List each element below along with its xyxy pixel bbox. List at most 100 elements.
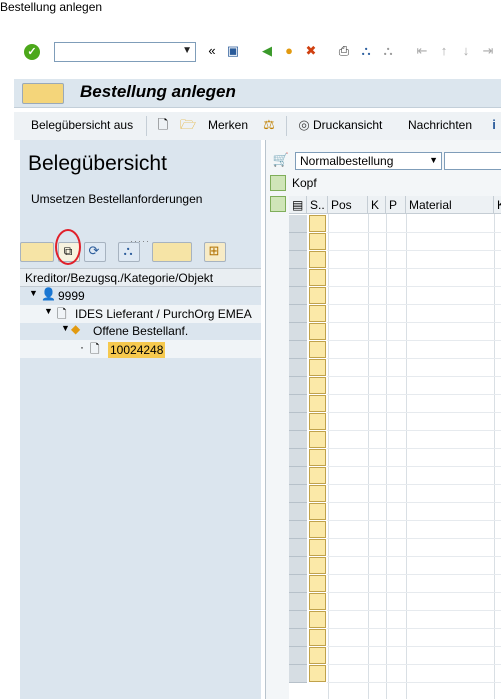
open-document-icon[interactable]: 🗁 — [179, 116, 197, 134]
status-cell[interactable] — [309, 341, 326, 358]
row-selector[interactable] — [289, 647, 307, 665]
print-preview-button[interactable]: Druckansicht — [313, 118, 382, 132]
row-selector[interactable] — [289, 593, 307, 611]
command-field[interactable]: ▼ — [54, 42, 196, 62]
status-cell[interactable] — [309, 611, 326, 628]
row-selector[interactable] — [289, 215, 307, 233]
column-k[interactable]: K — [368, 196, 386, 214]
row-selector[interactable] — [289, 341, 307, 359]
print-icon[interactable]: ⎙ — [335, 42, 353, 60]
next-page-icon[interactable]: ↓ — [457, 42, 475, 60]
cancel-icon[interactable]: ✖ — [302, 42, 320, 60]
selection-variant-button[interactable] — [20, 242, 54, 262]
tree-node-supplier[interactable]: ▼ 🗋 IDES Lieferant / PurchOrg EMEA — [20, 305, 261, 323]
previous-page-icon[interactable]: ↑ — [435, 42, 453, 60]
status-cell[interactable] — [309, 269, 326, 286]
row-selector[interactable] — [289, 377, 307, 395]
new-document-icon[interactable]: 🗋 — [154, 116, 172, 134]
status-cell[interactable] — [309, 629, 326, 646]
status-cell[interactable] — [309, 395, 326, 412]
save-icon[interactable]: ▣ — [224, 42, 242, 60]
status-cell[interactable] — [309, 467, 326, 484]
order-number-field[interactable] — [444, 152, 501, 170]
status-cell[interactable] — [309, 665, 326, 682]
check-icon[interactable]: ⚖ — [260, 116, 278, 134]
column-pos[interactable]: Pos — [328, 196, 368, 214]
row-selector[interactable] — [289, 575, 307, 593]
chevron-down-icon[interactable]: ▼ — [429, 155, 438, 165]
status-cell[interactable] — [309, 251, 326, 268]
row-selector[interactable] — [289, 431, 307, 449]
find-icon[interactable]: ⛬ — [357, 42, 375, 60]
back-icon[interactable]: ◀ — [258, 42, 276, 60]
row-selector[interactable] — [289, 503, 307, 521]
collapse-arrow-icon[interactable]: ▼ — [61, 323, 70, 333]
exit-app-icon[interactable]: ● — [280, 42, 298, 60]
row-selector[interactable] — [289, 359, 307, 377]
status-cell[interactable] — [309, 287, 326, 304]
row-selector[interactable] — [289, 323, 307, 341]
status-cell[interactable] — [309, 233, 326, 250]
order-type-select[interactable]: Normalbestellung ▼ — [295, 152, 442, 170]
selected-document-number[interactable]: 10024248 — [108, 342, 166, 358]
row-selector[interactable] — [289, 251, 307, 269]
separator — [286, 116, 287, 136]
header-expand-button[interactable] — [270, 175, 286, 191]
column-material[interactable]: Material — [406, 196, 494, 214]
status-cell[interactable] — [309, 593, 326, 610]
cart-icon[interactable]: 🛒 — [272, 151, 290, 169]
status-cell[interactable] — [309, 413, 326, 430]
layout-button[interactable] — [152, 242, 192, 262]
row-selector[interactable] — [289, 629, 307, 647]
status-cell[interactable] — [309, 575, 326, 592]
table-settings-icon[interactable]: ▤ — [289, 196, 307, 214]
status-cell[interactable] — [309, 305, 326, 322]
row-selector[interactable] — [289, 305, 307, 323]
row-selector[interactable] — [289, 611, 307, 629]
row-selector[interactable] — [289, 413, 307, 431]
menu-button[interactable] — [22, 83, 64, 104]
items-expand-button[interactable] — [270, 196, 286, 212]
row-selector[interactable] — [289, 467, 307, 485]
find-next-icon[interactable]: ⛬ — [379, 42, 397, 60]
status-cell[interactable] — [309, 539, 326, 556]
row-selector[interactable] — [289, 521, 307, 539]
status-cell[interactable] — [309, 449, 326, 466]
status-cell[interactable] — [309, 431, 326, 448]
tree-node-document[interactable]: · 🗋 10024248 — [20, 340, 261, 358]
collapse-icon[interactable]: « — [203, 42, 221, 60]
collapse-arrow-icon[interactable]: ▼ — [29, 288, 38, 298]
messages-button[interactable]: Nachrichten — [408, 118, 472, 132]
row-selector[interactable] — [289, 233, 307, 251]
row-selector[interactable] — [289, 395, 307, 413]
row-selector[interactable] — [289, 485, 307, 503]
chevron-down-icon[interactable]: ▼ — [182, 45, 192, 56]
document-overview-button[interactable]: Belegübersicht aus — [31, 118, 133, 132]
tree-node-category[interactable]: ▼ ◆ Offene Bestellanf. — [20, 322, 261, 340]
row-selector[interactable] — [289, 539, 307, 557]
status-cell[interactable] — [309, 557, 326, 574]
status-cell[interactable] — [309, 503, 326, 520]
last-page-icon[interactable]: ⇥ — [479, 42, 497, 60]
column-status[interactable]: S.. — [307, 196, 328, 214]
collapse-arrow-icon[interactable]: ▼ — [44, 306, 53, 316]
enter-icon[interactable]: ✓ — [24, 44, 40, 60]
status-cell[interactable] — [309, 485, 326, 502]
status-cell[interactable] — [309, 377, 326, 394]
status-cell[interactable] — [309, 521, 326, 538]
row-selector[interactable] — [289, 269, 307, 287]
first-page-icon[interactable]: ⇤ — [413, 42, 431, 60]
row-selector[interactable] — [289, 665, 307, 683]
status-cell[interactable] — [309, 323, 326, 340]
status-cell[interactable] — [309, 647, 326, 664]
status-cell[interactable] — [309, 215, 326, 232]
row-selector[interactable] — [289, 557, 307, 575]
column-k2[interactable]: K — [494, 196, 501, 214]
remember-button[interactable]: Merken — [208, 118, 248, 132]
status-cell[interactable] — [309, 359, 326, 376]
row-selector[interactable] — [289, 287, 307, 305]
row-selector[interactable] — [289, 449, 307, 467]
column-p[interactable]: P — [386, 196, 406, 214]
info-icon[interactable]: i — [485, 116, 501, 134]
tree-node-vendor[interactable]: ▼ 👤 9999 — [20, 287, 261, 305]
